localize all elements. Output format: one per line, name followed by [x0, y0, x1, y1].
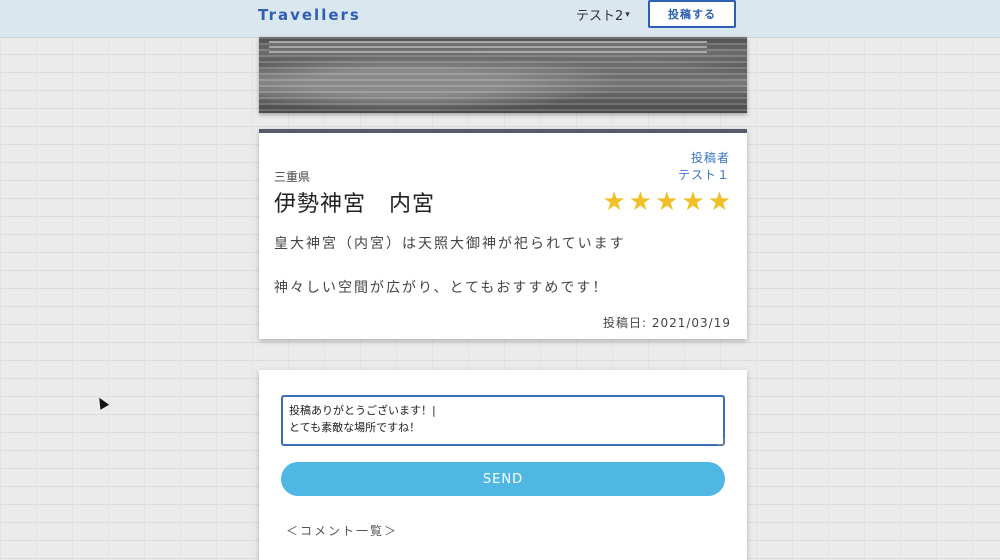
navbar: Travellers テスト2 ▾ 投稿する	[0, 0, 1000, 38]
user-menu[interactable]: テスト2 ▾	[576, 5, 630, 24]
brand-logo[interactable]: Travellers	[258, 6, 361, 24]
post-card: 投稿者 テスト１ 三重県 伊勢神宮 内宮 ★ ★ ★ ★ ★ 皇大神宮（内宮）は天照大御…	[259, 129, 747, 339]
star-icon: ★	[602, 187, 626, 217]
post-photo	[259, 37, 747, 113]
mouse-cursor-icon	[94, 395, 110, 410]
star-icon: ★	[655, 187, 679, 217]
new-post-button[interactable]: 投稿する	[648, 0, 736, 28]
author-link[interactable]: テスト１	[678, 166, 730, 183]
resize-handle-icon[interactable]	[717, 438, 724, 445]
description-line-2: 神々しい空間が広がり、とてもおすすめです！	[274, 280, 609, 296]
comment-card: 投稿ありがとうございます！| とても素敵な場所ですね！ SEND ＜コメント一覧…	[259, 370, 747, 560]
author-label: 投稿者	[690, 151, 730, 165]
star-icon: ★	[707, 187, 731, 217]
star-icon: ★	[628, 187, 653, 217]
place-title: 伊勢神宮 内宮	[274, 192, 436, 217]
comments-heading: ＜コメント一覧＞	[286, 524, 399, 538]
prefecture-label: 三重県	[274, 170, 311, 184]
send-button[interactable]: SEND	[281, 462, 725, 496]
caret-down-icon: ▾	[625, 9, 630, 20]
post-date: 投稿日: 2021/03/19	[602, 316, 731, 330]
star-icon: ★	[681, 187, 705, 217]
comment-textarea[interactable]: 投稿ありがとうございます！| とても素敵な場所ですね！	[281, 395, 725, 446]
description-line-1: 皇大神宮（内宮）は天照大御神が祀られています	[274, 236, 626, 252]
star-rating: ★ ★ ★ ★ ★	[602, 189, 731, 215]
user-menu-label: テスト2	[576, 9, 624, 24]
photo-stairs	[269, 41, 707, 55]
